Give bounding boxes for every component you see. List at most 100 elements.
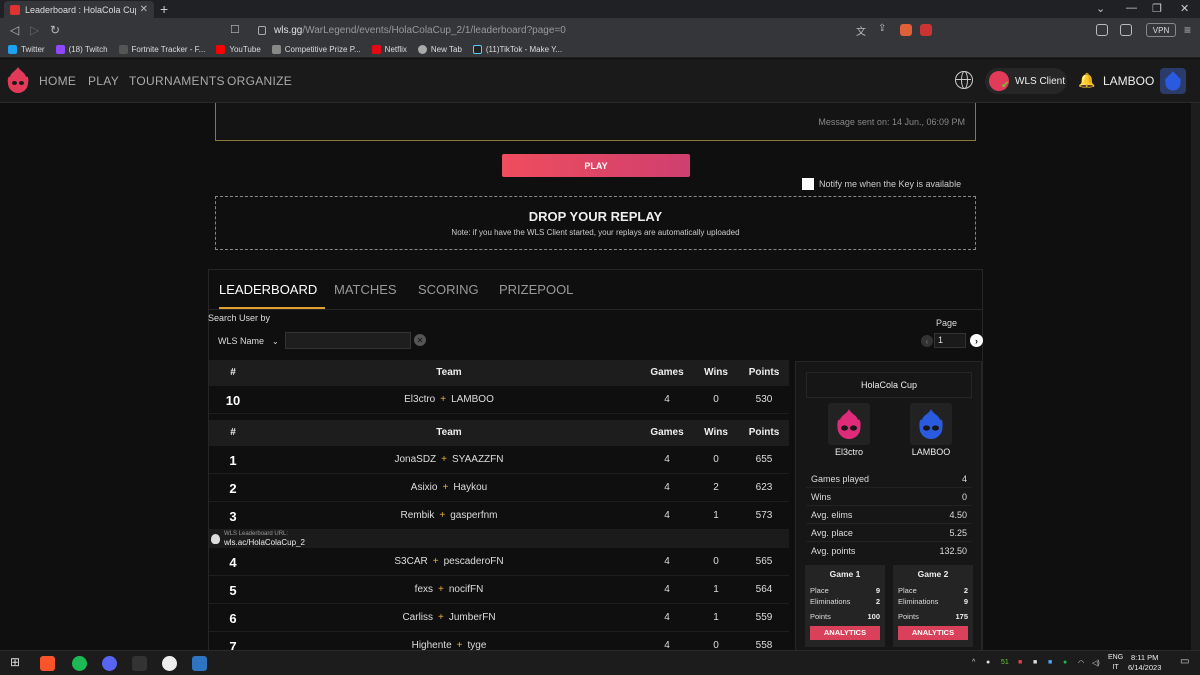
close-tab-icon[interactable]: ✕ — [140, 4, 148, 15]
minimize-icon[interactable]: — — [1126, 2, 1137, 14]
table-row[interactable]: 4 S3CAR + pescaderoFN 4 0 565 — [209, 548, 789, 576]
player-name[interactable]: El3ctro — [819, 447, 879, 457]
sidebar-icon[interactable] — [1096, 24, 1108, 36]
table-row[interactable]: 5 fexs + nocifFN 4 1 564 — [209, 576, 789, 604]
notification-bell-icon[interactable]: 🔔 — [1078, 72, 1095, 89]
forward-icon[interactable]: ▷ — [30, 23, 39, 37]
brave-shield-icon[interactable] — [900, 24, 912, 36]
player-name[interactable]: SYAAZZFN — [452, 454, 503, 465]
user-avatar[interactable] — [1160, 68, 1186, 94]
prev-page-icon[interactable]: ‹ — [921, 335, 933, 347]
search-type-select[interactable]: WLS Name ⌄ — [208, 333, 282, 349]
replay-drop-zone[interactable]: DROP YOUR REPLAY Note: if you have the W… — [215, 196, 976, 250]
chevron-down-icon[interactable]: ⌄ — [1096, 2, 1105, 15]
language-globe-icon[interactable] — [955, 71, 973, 89]
language-indicator[interactable]: ENG IT — [1108, 653, 1123, 673]
volume-icon[interactable]: ◁) — [1092, 659, 1100, 667]
nav-tournaments[interactable]: TOURNAMENTS — [129, 74, 225, 88]
clock-app-icon[interactable] — [162, 656, 177, 671]
file-icon[interactable] — [192, 656, 207, 671]
discord-icon[interactable] — [102, 656, 117, 671]
brave-rewards-icon[interactable] — [920, 24, 932, 36]
system-clock[interactable]: 8:11 PM 6/14/2023 — [1128, 653, 1161, 673]
bookmark-netflix[interactable]: Netflix — [371, 45, 407, 54]
player-name[interactable]: JumberFN — [449, 612, 496, 623]
player-name[interactable]: S3CAR — [394, 556, 427, 567]
browser-tab[interactable]: Leaderboard : HolaCola Cup - War ✕ — [4, 1, 154, 18]
wifi-icon[interactable]: ◠ — [1078, 659, 1084, 667]
tab-prizepool[interactable]: PRIZEPOOL — [499, 282, 573, 297]
player-name[interactable]: Haykou — [453, 482, 487, 493]
player-name[interactable]: gasperfnm — [450, 510, 497, 521]
tray-app-icon[interactable]: ■ — [1033, 659, 1037, 666]
new-tab-icon[interactable]: + — [160, 1, 168, 17]
analytics-button[interactable]: ANALYTICS — [898, 626, 968, 640]
player-name[interactable]: pescaderoFN — [444, 556, 504, 567]
url-field[interactable]: wls.gg/WarLegend/events/HolaColaCup_2/1/… — [258, 21, 878, 39]
brave-icon[interactable] — [40, 656, 55, 671]
nav-organize[interactable]: ORGANIZE — [227, 74, 292, 88]
clear-search-icon[interactable]: ✕ — [414, 334, 426, 346]
notify-key-option[interactable]: Notify me when the Key is available — [802, 178, 961, 190]
windows-start-icon[interactable]: ⊞ — [10, 655, 25, 670]
bookmark-new-tab[interactable]: New Tab — [417, 45, 462, 54]
vpn-button[interactable]: VPN — [1146, 23, 1176, 37]
table-row[interactable]: 7 Highente + tyge 4 0 558 — [209, 632, 789, 650]
player-name[interactable]: Asixio — [411, 482, 438, 493]
page-input[interactable]: 1 — [934, 333, 966, 348]
player-avatar-el3ctro[interactable] — [828, 403, 870, 445]
next-page-icon[interactable]: › — [970, 334, 983, 347]
table-row[interactable]: 1 JonaSDZ + SYAAZZFN 4 0 655 — [209, 446, 789, 474]
bookmark-youtube[interactable]: YouTube — [216, 45, 261, 54]
notify-checkbox[interactable] — [802, 178, 814, 190]
player-name[interactable]: JonaSDZ — [394, 454, 436, 465]
spotify-icon[interactable] — [72, 656, 87, 671]
url-banner-value[interactable]: wls.ac/HolaColaCup_2 — [224, 538, 305, 547]
tray-chevron-icon[interactable]: ^ — [972, 659, 975, 666]
player-name[interactable]: El3ctro — [404, 394, 435, 405]
tab-leaderboard[interactable]: LEADERBOARD — [219, 282, 317, 297]
analytics-button[interactable]: ANALYTICS — [810, 626, 880, 640]
nav-home[interactable]: HOME — [39, 74, 76, 88]
bookmark-tiktok[interactable]: (11)TikTok - Make Y... — [472, 45, 562, 54]
wls-client-button[interactable]: WLS Client — [985, 68, 1067, 94]
translate-icon[interactable]: 文 — [856, 23, 866, 38]
page-scrollbar[interactable] — [1191, 103, 1200, 650]
tab-matches[interactable]: MATCHES — [334, 282, 397, 297]
player-avatar-lamboo[interactable] — [910, 403, 952, 445]
player-name[interactable]: Rembik — [401, 510, 435, 521]
player-name[interactable]: LAMBOO — [451, 394, 494, 405]
player-name[interactable]: LAMBOO — [901, 447, 961, 457]
spotify-tray-icon[interactable]: ● — [1063, 659, 1067, 666]
search-input[interactable] — [285, 332, 411, 349]
epic-games-icon[interactable] — [132, 656, 147, 671]
my-team-row[interactable]: 10 El3ctro + LAMBOO 4 0 530 — [209, 386, 789, 414]
bookmark-competitive-prize[interactable]: Competitive Prize P... — [271, 45, 361, 54]
close-window-icon[interactable]: ✕ — [1180, 2, 1189, 15]
tab-scoring[interactable]: SCORING — [418, 282, 479, 297]
table-row[interactable]: 3 Rembik + gasperfnm 4 1 573 — [209, 502, 789, 530]
bookmark-icon[interactable]: ☐ — [230, 23, 240, 36]
menu-icon[interactable]: ≡ — [1184, 23, 1191, 37]
bookmark-twitter[interactable]: Twitter — [8, 45, 45, 54]
bookmark-fortnite-tracker[interactable]: Fortnite Tracker - F... — [118, 45, 205, 54]
wls-logo-icon[interactable] — [6, 66, 30, 94]
notifications-icon[interactable]: ▭ — [1180, 656, 1189, 667]
tray-app-icon[interactable]: ■ — [1048, 659, 1052, 666]
table-row[interactable]: 2 Asixio + Haykou 4 2 623 — [209, 474, 789, 502]
discord-tray-icon[interactable]: ● — [986, 659, 990, 666]
wls-leaderboard-url-banner[interactable]: WLS Leaderboard URL: wls.ac/HolaColaCup_… — [209, 530, 789, 548]
tray-badge[interactable]: 51 — [1001, 659, 1009, 666]
reload-icon[interactable]: ↻ — [50, 23, 60, 37]
player-name[interactable]: fexs — [415, 584, 433, 595]
share-icon[interactable]: ⇪ — [878, 23, 886, 34]
table-row[interactable]: 6 Carliss + JumberFN 4 1 559 — [209, 604, 789, 632]
player-name[interactable]: Carliss — [402, 612, 433, 623]
username[interactable]: LAMBOO — [1103, 74, 1154, 88]
play-button[interactable]: PLAY — [502, 154, 690, 177]
player-name[interactable]: nocifFN — [449, 584, 483, 595]
player-name[interactable]: tyge — [467, 640, 486, 650]
player-name[interactable]: Highente — [412, 640, 452, 650]
maximize-icon[interactable]: ❐ — [1152, 2, 1162, 15]
bookmark-twitch[interactable]: (18) Twitch — [55, 45, 108, 54]
